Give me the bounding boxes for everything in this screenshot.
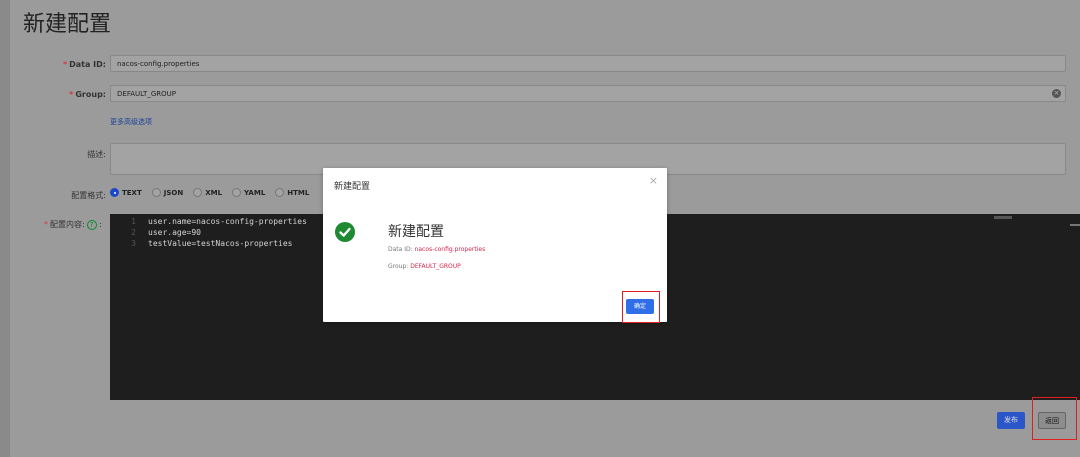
- close-icon[interactable]: ×: [649, 174, 658, 187]
- success-check-icon: [335, 222, 355, 242]
- dialog-title: 新建配置: [334, 182, 371, 192]
- data-id-label: * Data ID:: [62, 60, 106, 69]
- description-label: 描述:: [87, 150, 106, 159]
- format-radio-yaml[interactable]: YAML: [232, 188, 265, 197]
- more-advanced-options-link[interactable]: 更多高级选项: [110, 117, 152, 127]
- editor-minimap: [994, 216, 1012, 219]
- dialog-data-id: Data ID: nacos-config.properties: [388, 246, 486, 253]
- code-line: 2 user.age=90: [131, 228, 201, 237]
- page-title: 新建配置: [23, 12, 112, 37]
- radio-icon: [151, 188, 161, 197]
- radio-selected-icon: [110, 188, 119, 197]
- data-id-input[interactable]: nacos-config.properties: [110, 55, 1066, 72]
- code-line: 1 user.name=nacos-config-properties: [131, 217, 307, 226]
- publish-button[interactable]: 发布: [997, 412, 1025, 429]
- success-dialog: 新建配置 × 新建配置 Data ID: nacos-config.proper…: [323, 168, 667, 323]
- format-radio-text[interactable]: TEXT: [110, 188, 142, 197]
- code-line: 3 testValue=testNacos-properties: [131, 239, 293, 248]
- format-radio-html[interactable]: HTML: [275, 188, 309, 197]
- dialog-heading: 新建配置: [388, 224, 444, 240]
- radio-icon: [193, 188, 203, 197]
- clear-icon[interactable]: ×: [1052, 89, 1061, 98]
- radio-icon: [232, 188, 242, 197]
- format-radio-xml[interactable]: XML: [193, 188, 222, 197]
- radio-icon: [275, 188, 285, 197]
- format-radio-group: TEXT JSON XML YAML HTML: [110, 188, 309, 197]
- format-label: 配置格式:: [71, 191, 106, 200]
- format-radio-json[interactable]: JSON: [151, 188, 183, 197]
- highlight-box-back: [1032, 397, 1077, 440]
- group-label: * Group:: [69, 90, 106, 99]
- group-input[interactable]: DEFAULT_GROUP ×: [110, 85, 1066, 102]
- dialog-group: Group: DEFAULT_GROUP: [388, 263, 461, 270]
- content-label: * 配置内容:? :: [44, 220, 102, 230]
- editor-scrollbar[interactable]: [1070, 224, 1080, 226]
- help-icon[interactable]: ?: [86, 220, 97, 230]
- highlight-box-ok: [622, 291, 660, 323]
